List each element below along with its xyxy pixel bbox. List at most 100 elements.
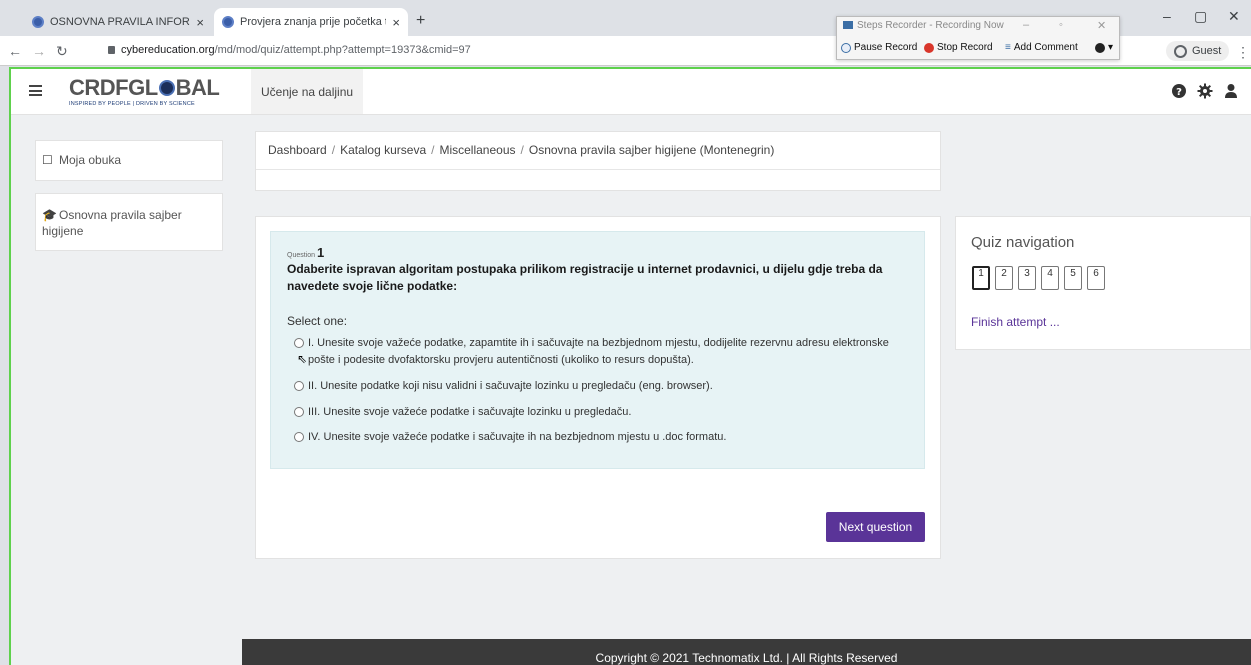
quiz-nav-button[interactable]: 3 — [1018, 266, 1036, 290]
brand-link[interactable]: Učenje na daljinu — [251, 69, 364, 114]
answer-option[interactable]: III. Unesite svoje važeće podatke i saču… — [294, 404, 909, 421]
pause-icon — [841, 42, 851, 53]
tab-title: OSNOVNA PRAVILA INFORMACIO — [50, 16, 190, 28]
quiz-navigation-title: Quiz navigation — [971, 234, 1075, 251]
comment-icon: ≡ — [1005, 42, 1011, 53]
answer-option-text: I. Unesite svoje važeće podatke, zapamti… — [308, 337, 889, 366]
question-text: Odaberite ispravan algoritam postupaka p… — [287, 262, 883, 293]
breadcrumb-separator: / — [520, 143, 524, 157]
steps-recorder-icon — [843, 21, 853, 30]
radio-button[interactable] — [294, 432, 304, 442]
site-navbar: CRDFGL BAL INSPIRED BY PEOPLE | DRIVEN BY… — [11, 69, 1251, 115]
profile-button[interactable]: Guest — [1166, 41, 1230, 61]
page-viewport: CRDFGL BAL INSPIRED BY PEOPLE | DRIVEN BY… — [9, 67, 1251, 665]
question-prefix: Question — [287, 252, 316, 259]
sidebar-item-course[interactable]: 🎓 Osnovna pravila sajber higijene — [35, 193, 223, 251]
avatar-icon — [1174, 44, 1187, 58]
help-dropdown-button[interactable]: ▾ — [1095, 42, 1113, 53]
next-question-button[interactable]: Next question — [826, 512, 925, 542]
radio-button[interactable] — [294, 338, 304, 348]
breadcrumb-dashboard[interactable]: Dashboard — [268, 143, 327, 157]
sidebar-item-label: Osnovna pravila sajber higijene — [42, 208, 182, 238]
sidebar-item-label: Moja obuka — [59, 153, 122, 167]
new-tab-icon[interactable]: + — [416, 12, 425, 30]
pause-record-button[interactable]: Pause Record — [841, 42, 917, 53]
radio-button[interactable] — [294, 381, 304, 391]
tab-title: Provjera znanja prije početka tes — [240, 16, 387, 28]
stop-record-button[interactable]: Stop Record — [924, 42, 993, 53]
forward-arrow-icon[interactable]: → — [32, 43, 46, 59]
quiz-nav-button[interactable]: 2 — [995, 266, 1013, 290]
globe-icon — [158, 80, 175, 96]
back-arrow-icon[interactable]: ← — [8, 43, 22, 59]
close-tab-icon[interactable]: × — [196, 15, 204, 30]
breadcrumb-course[interactable]: Osnovna pravila sajber higijene (Montene… — [529, 143, 774, 157]
course-icon: ☐ — [42, 153, 53, 167]
question-card: Question 1 Odaberite ispravan algoritam p… — [255, 216, 941, 559]
hamburger-menu-icon[interactable] — [29, 85, 42, 96]
user-icon[interactable] — [1223, 83, 1239, 99]
browser-menu-icon[interactable]: ⋮ — [1236, 44, 1250, 61]
add-comment-label: Add Comment — [1013, 42, 1078, 53]
sidebar-item-moja-obuka[interactable]: ☐ Moja obuka — [35, 140, 223, 181]
close-window-icon[interactable]: ✕ — [1228, 8, 1240, 25]
help-circle-icon[interactable]: ? — [1171, 83, 1187, 99]
profile-label: Guest — [1192, 45, 1222, 57]
breadcrumb-card: Dashboard / Katalog kurseva / Miscellaneous /… — [255, 131, 941, 191]
divider — [256, 169, 940, 170]
browser-tab-active[interactable]: Provjera znanja prije početka tes × — [214, 8, 408, 36]
browser-tab[interactable]: OSNOVNA PRAVILA INFORMACIO × — [24, 8, 212, 36]
stop-icon — [924, 42, 934, 53]
quiz-nav-button[interactable]: 6 — [1087, 266, 1105, 290]
answer-option[interactable]: IV. Unesite svoje važeće podatke i sačuv… — [294, 429, 909, 446]
add-comment-button[interactable]: ≡ Add Comment — [1005, 42, 1078, 53]
url-host: cybereducation.org — [121, 44, 215, 56]
minimize-icon[interactable]: – — [1023, 19, 1029, 31]
graduation-cap-icon: 🎓 — [42, 208, 57, 222]
close-tab-icon[interactable]: × — [392, 15, 400, 30]
answer-option[interactable]: II. Unesite podatke koji nisu validni i … — [294, 378, 909, 395]
pause-record-label: Pause Record — [854, 42, 918, 53]
steps-recorder-title: Steps Recorder - Recording Now — [843, 20, 1004, 31]
url-path: /md/mod/quiz/attempt.php?attempt=19373&c… — [214, 44, 471, 56]
question-panel: Question 1 Odaberite ispravan algoritam p… — [270, 231, 925, 469]
answer-option-text: II. Unesite podatke koji nisu validni i … — [308, 380, 713, 392]
steps-recorder-title-text: Steps Recorder - Recording Now — [857, 20, 1004, 31]
logo-text-start: CRDFGL — [69, 75, 158, 100]
quiz-nav-button-current[interactable]: 1 — [972, 266, 990, 290]
question-number: Question 1 — [287, 245, 324, 260]
logo-tagline: INSPIRED BY PEOPLE | DRIVEN BY SCIENCE — [69, 101, 195, 107]
answer-option-text: IV. Unesite svoje važeće podatke i sačuv… — [308, 431, 727, 443]
maximize-icon[interactable]: ▢ — [1194, 8, 1207, 25]
steps-recorder-window: Steps Recorder - Recording Now – ◦ ✕ Pau… — [836, 16, 1120, 60]
breadcrumb-katalog[interactable]: Katalog kurseva — [340, 143, 426, 157]
lock-icon — [108, 46, 115, 55]
url-field[interactable]: cybereducation.org/md/mod/quiz/attempt.p… — [108, 44, 471, 56]
answer-option[interactable]: I. Unesite svoje važeće podatke, zapamti… — [294, 335, 909, 369]
quiz-navigation-block: Quiz navigation 1 2 3 4 5 6 Finish attem… — [955, 216, 1251, 350]
quiz-navigation-buttons: 1 2 3 4 5 6 — [972, 266, 1110, 290]
help-icon — [1095, 42, 1105, 53]
breadcrumb-separator: / — [331, 143, 336, 157]
help-dropdown-label: ▾ — [1108, 42, 1114, 53]
page-footer: Copyright © 2021 Technomatix Ltd. | All … — [242, 639, 1251, 665]
quiz-nav-button[interactable]: 4 — [1041, 266, 1059, 290]
breadcrumb: Dashboard / Katalog kurseva / Miscellaneous /… — [268, 143, 774, 157]
logo-text-end: BAL — [175, 75, 220, 100]
gear-icon[interactable] — [1197, 83, 1213, 99]
reload-icon[interactable]: ↻ — [56, 43, 68, 60]
close-icon[interactable]: ✕ — [1097, 19, 1106, 32]
breadcrumb-miscellaneous[interactable]: Miscellaneous — [439, 143, 515, 157]
site-favicon-icon — [222, 16, 234, 28]
finish-attempt-link[interactable]: Finish attempt ... — [971, 315, 1060, 329]
breadcrumb-separator: / — [431, 143, 435, 157]
quiz-nav-button[interactable]: 5 — [1064, 266, 1082, 290]
site-logo[interactable]: CRDFGL BAL INSPIRED BY PEOPLE | DRIVEN BY… — [69, 75, 229, 108]
radio-button[interactable] — [294, 407, 304, 417]
stop-record-label: Stop Record — [937, 42, 993, 53]
svg-text:?: ? — [1176, 87, 1182, 98]
minimize-icon[interactable]: – — [1163, 8, 1171, 24]
restore-icon[interactable]: ◦ — [1059, 19, 1063, 31]
mouse-pointer-icon: ⇖ — [297, 352, 308, 366]
answer-option-text: III. Unesite svoje važeće podatke i saču… — [308, 406, 632, 418]
